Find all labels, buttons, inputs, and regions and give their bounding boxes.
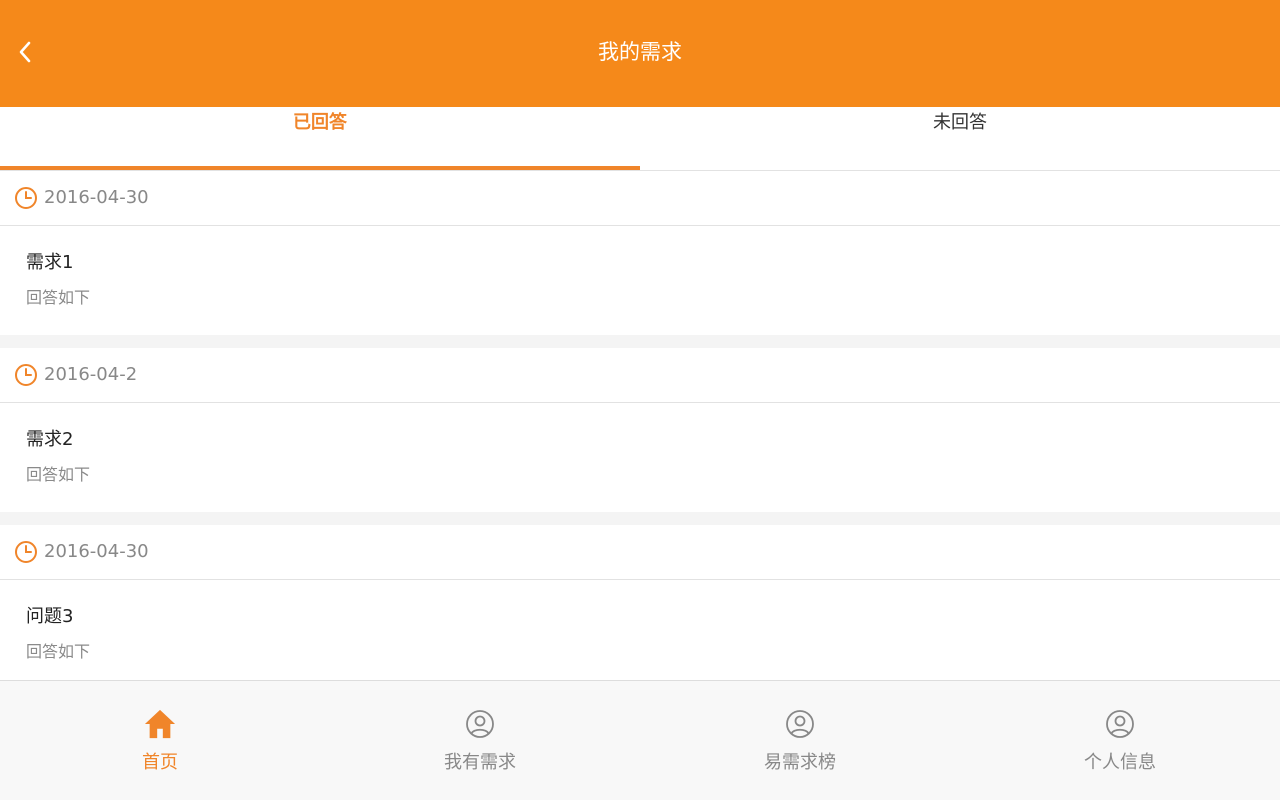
item-date: 2016-04-30 <box>44 541 149 562</box>
item-date: 2016-04-30 <box>44 187 149 208</box>
clock-icon <box>15 187 37 209</box>
item-date: 2016-04-2 <box>44 364 138 385</box>
nav-demand-ranking-label: 易需求榜 <box>764 752 836 773</box>
tab-unanswered[interactable]: 未回答 <box>640 107 1280 170</box>
list-separator <box>0 512 1280 525</box>
app-root: 我的需求 已回答 未回答 2016-04-30 需求1 回答如下 2016-04… <box>0 0 1280 800</box>
user-circle-icon <box>1104 707 1136 741</box>
nav-profile[interactable]: 个人信息 <box>960 681 1280 800</box>
list-separator <box>0 335 1280 348</box>
nav-home[interactable]: 首页 <box>0 681 320 800</box>
item-body[interactable]: 需求1 回答如下 <box>0 226 1280 335</box>
bottom-nav: 首页 我有需求 易需求榜 个人信息 <box>0 680 1280 800</box>
list-item: 2016-04-2 需求2 回答如下 <box>0 348 1280 512</box>
list-item: 2016-04-30 需求1 回答如下 <box>0 171 1280 335</box>
item-title: 需求1 <box>26 252 74 273</box>
nav-my-demands-label: 我有需求 <box>444 752 516 773</box>
item-body[interactable]: 问题3 回答如下 <box>0 580 1280 689</box>
list-item: 2016-04-30 问题3 回答如下 <box>0 525 1280 689</box>
item-title: 需求2 <box>26 429 74 450</box>
top-bar: 我的需求 <box>0 0 1280 107</box>
nav-home-label: 首页 <box>142 752 178 773</box>
page-title: 我的需求 <box>598 40 682 64</box>
item-date-row: 2016-04-30 <box>0 525 1280 580</box>
user-circle-icon <box>784 707 816 741</box>
tab-bar: 已回答 未回答 <box>0 107 1280 171</box>
item-body[interactable]: 需求2 回答如下 <box>0 403 1280 512</box>
demand-list: 2016-04-30 需求1 回答如下 2016-04-2 需求2 回答如下 2… <box>0 171 1280 689</box>
user-circle-icon <box>464 707 496 741</box>
tab-answered-label: 已回答 <box>293 112 347 133</box>
item-date-row: 2016-04-30 <box>0 171 1280 226</box>
item-subtitle: 回答如下 <box>26 642 91 661</box>
nav-my-demands[interactable]: 我有需求 <box>320 681 640 800</box>
nav-demand-ranking[interactable]: 易需求榜 <box>640 681 960 800</box>
clock-icon <box>15 541 37 563</box>
home-icon <box>144 707 176 741</box>
item-subtitle: 回答如下 <box>26 288 91 307</box>
item-subtitle: 回答如下 <box>26 465 91 484</box>
item-title: 问题3 <box>26 606 74 627</box>
clock-icon <box>15 364 37 386</box>
active-tab-indicator <box>0 166 640 170</box>
tab-unanswered-label: 未回答 <box>933 112 987 133</box>
nav-profile-label: 个人信息 <box>1084 752 1156 773</box>
item-date-row: 2016-04-2 <box>0 348 1280 403</box>
tab-answered[interactable]: 已回答 <box>0 107 640 170</box>
